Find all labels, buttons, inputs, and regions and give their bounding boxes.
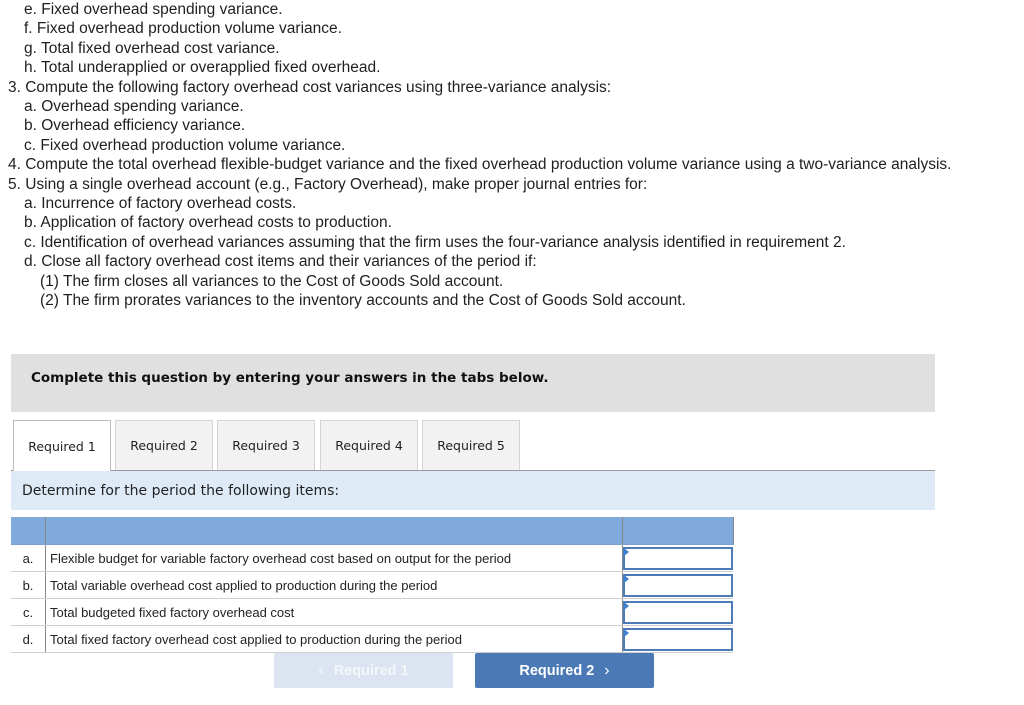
question-line: f. Fixed overhead production volume vari… (24, 20, 342, 38)
table-row: d. Total fixed factory overhead cost app… (11, 625, 733, 653)
next-button-label: Required 2 (519, 662, 595, 679)
question-line: b. Overhead efficiency variance. (24, 117, 246, 135)
question-line: 3. Compute the following factory overhea… (8, 78, 612, 96)
question-line: a. Overhead spending variance. (24, 98, 244, 116)
row-letter: c. (11, 598, 46, 626)
row-description: Flexible budget for variable factory ove… (45, 544, 623, 572)
tab-required-3[interactable]: Required 3 (217, 420, 315, 470)
tab-required-1[interactable]: Required 1 (13, 420, 111, 471)
requirement-tabs: Required 1 Required 2 Required 3 Require… (11, 420, 935, 471)
tab-required-5[interactable]: Required 5 (422, 420, 520, 470)
row-description: Total fixed factory overhead cost applie… (45, 625, 623, 653)
row-letter: a. (11, 544, 46, 572)
question-line: e. Fixed overhead spending variance. (24, 1, 283, 18)
input-flag-icon (624, 574, 629, 583)
previous-button-label: Required 1 (333, 662, 409, 679)
header-cell (11, 517, 46, 545)
answer-cell (622, 625, 733, 653)
answer-table: a. Flexible budget for variable factory … (11, 517, 734, 653)
question-line: (1) The firm closes all variances to the… (40, 272, 504, 290)
table-row: a. Flexible budget for variable factory … (11, 544, 733, 572)
question-text: e. Fixed overhead spending variance. f. … (0, 0, 1000, 311)
question-line: 5. Using a single overhead account (e.g.… (8, 175, 648, 193)
header-cell (622, 517, 734, 545)
row-description: Total budgeted fixed factory overhead co… (45, 598, 623, 626)
table-row: c. Total budgeted fixed factory overhead… (11, 598, 733, 626)
tab-required-4[interactable]: Required 4 (320, 420, 418, 470)
question-line: (2) The firm prorates variances to the i… (40, 292, 686, 310)
table-row: b. Total variable overhead cost applied … (11, 571, 733, 599)
question-line: b. Application of factory overhead costs… (24, 214, 392, 232)
question-line: d. Close all factory overhead cost items… (24, 253, 537, 271)
answer-cell (622, 544, 733, 572)
panel-prompt: Determine for the period the following i… (22, 483, 340, 499)
answer-input-d[interactable] (625, 629, 731, 649)
input-flag-icon (624, 547, 629, 556)
question-line: a. Incurrence of factory overhead costs. (24, 195, 297, 213)
instructions-text: Complete this question by entering your … (31, 370, 549, 386)
answer-input-a[interactable] (625, 548, 731, 568)
row-letter: d. (11, 625, 46, 653)
answer-input-c[interactable] (625, 602, 731, 622)
input-flag-icon (624, 628, 629, 637)
chevron-left-icon: ‹ (318, 661, 324, 679)
tab-panel-header: Determine for the period the following i… (11, 471, 935, 510)
question-line: g. Total fixed overhead cost variance. (24, 39, 280, 57)
question-line: c. Identification of overhead variances … (24, 233, 846, 251)
next-requirement-button[interactable]: Required 2 › (475, 653, 654, 688)
row-letter: b. (11, 571, 46, 599)
answer-cell (622, 598, 733, 626)
question-line: h. Total underapplied or overapplied fix… (24, 59, 381, 77)
answer-cell (622, 571, 733, 599)
table-header-row (11, 517, 734, 545)
header-cell (45, 517, 623, 545)
chevron-right-icon: › (604, 661, 610, 679)
question-line: c. Fixed overhead production volume vari… (24, 136, 346, 154)
previous-requirement-button[interactable]: ‹ Required 1 (274, 653, 453, 688)
answer-input-b[interactable] (625, 575, 731, 595)
tab-required-2[interactable]: Required 2 (115, 420, 213, 470)
instructions-banner: Complete this question by entering your … (11, 354, 935, 412)
row-description: Total variable overhead cost applied to … (45, 571, 623, 599)
question-line: 4. Compute the total overhead flexible-b… (8, 156, 952, 174)
input-flag-icon (624, 601, 629, 610)
